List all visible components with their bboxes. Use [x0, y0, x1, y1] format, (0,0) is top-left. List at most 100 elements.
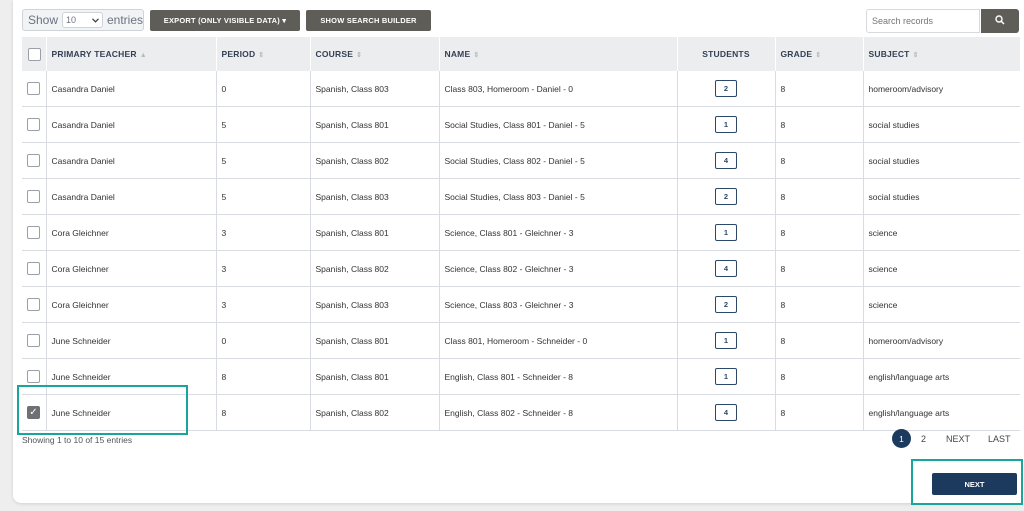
chevron-down-icon — [92, 15, 99, 25]
selection-highlight — [17, 385, 188, 435]
show-search-builder-button[interactable]: SHOW SEARCH BUILDER — [306, 10, 431, 31]
teacher-cell: June Schneider — [46, 322, 217, 359]
page-2-button[interactable]: 2 — [921, 429, 926, 449]
subject-cell: social studies — [863, 106, 1020, 143]
period-cell: 5 — [216, 178, 311, 215]
header-students: STUDENTS — [677, 37, 776, 71]
row-select-cell — [22, 286, 47, 323]
row-checkbox[interactable] — [27, 226, 40, 239]
course-cell: Spanish, Class 803 — [310, 178, 440, 215]
row-checkbox[interactable] — [27, 190, 40, 203]
table-header-row: PRIMARY TEACHER ▲ PERIOD ⇕ COURSE ⇕ NAME ⇕ S… — [22, 37, 1020, 71]
entries-select[interactable]: 10 — [62, 12, 103, 28]
table-row[interactable]: Casandra Daniel 5 Spanish, Class 801 Social… — [22, 106, 1020, 143]
row-checkbox[interactable] — [27, 154, 40, 167]
row-checkbox[interactable] — [27, 334, 40, 347]
students-cell: 2 — [677, 178, 776, 215]
entries-length-control: Show 10 entries — [22, 9, 144, 31]
header-subject[interactable]: SUBJECT ⇕ — [863, 37, 1020, 71]
students-count-button[interactable]: 2 — [715, 188, 737, 205]
teacher-cell: Cora Gleichner — [46, 214, 217, 251]
students-count-button[interactable]: 4 — [715, 404, 737, 421]
row-checkbox[interactable] — [27, 118, 40, 131]
subject-cell: science — [863, 214, 1020, 251]
table-row[interactable]: Casandra Daniel 5 Spanish, Class 802 Social… — [22, 142, 1020, 179]
students-cell: 2 — [677, 286, 776, 323]
students-cell: 1 — [677, 106, 776, 143]
teacher-cell: Cora Gleichner — [46, 286, 217, 323]
name-cell: Social Studies, Class 803 - Daniel - 5 — [439, 178, 678, 215]
page-1-button[interactable]: 1 — [892, 429, 911, 448]
students-count-button[interactable]: 1 — [715, 368, 737, 385]
header-name[interactable]: NAME ⇕ — [439, 37, 678, 71]
table-row[interactable]: Cora Gleichner 3 Spanish, Class 803 Science… — [22, 286, 1020, 323]
course-cell: Spanish, Class 801 — [310, 358, 440, 395]
teacher-cell: Casandra Daniel — [46, 178, 217, 215]
period-cell: 8 — [216, 394, 311, 431]
name-cell: Social Studies, Class 802 - Daniel - 5 — [439, 142, 678, 179]
select-all-checkbox[interactable] — [28, 47, 41, 61]
grade-cell: 8 — [775, 106, 864, 143]
table-info: Showing 1 to 10 of 15 entries — [22, 435, 133, 445]
table-row[interactable]: Cora Gleichner 3 Spanish, Class 802 Science… — [22, 250, 1020, 287]
students-count-button[interactable]: 4 — [715, 260, 737, 277]
name-cell: Science, Class 802 - Gleichner - 3 — [439, 250, 678, 287]
subject-cell: english/language arts — [863, 394, 1020, 431]
select-all-cell — [22, 37, 47, 71]
course-cell: Spanish, Class 802 — [310, 394, 440, 431]
name-cell: Science, Class 801 - Gleichner - 3 — [439, 214, 678, 251]
header-primary-teacher[interactable]: PRIMARY TEACHER ▲ — [46, 37, 217, 71]
students-count-button[interactable]: 1 — [715, 224, 737, 241]
header-course[interactable]: COURSE ⇕ — [310, 37, 440, 71]
table-row[interactable]: Cora Gleichner 3 Spanish, Class 801 Science… — [22, 214, 1020, 251]
search-icon — [995, 12, 1005, 30]
subject-cell: science — [863, 250, 1020, 287]
grade-cell: 8 — [775, 214, 864, 251]
sort-icon: ⇕ — [912, 52, 919, 59]
grade-cell: 8 — [775, 71, 864, 107]
period-cell: 0 — [216, 322, 311, 359]
sort-icon: ⇕ — [356, 52, 363, 59]
table-row[interactable]: June Schneider 0 Spanish, Class 801 Class 8… — [22, 322, 1020, 359]
students-cell: 1 — [677, 322, 776, 359]
period-cell: 3 — [216, 214, 311, 251]
students-count-button[interactable]: 1 — [715, 116, 737, 133]
header-label: SUBJECT — [868, 49, 910, 59]
course-cell: Spanish, Class 801 — [310, 106, 440, 143]
pager-next-link[interactable]: NEXT — [946, 429, 970, 449]
course-cell: Spanish, Class 802 — [310, 142, 440, 179]
header-label: PERIOD — [221, 49, 256, 59]
table-row[interactable]: Casandra Daniel 0 Spanish, Class 803 Class … — [22, 71, 1020, 107]
students-count-button[interactable]: 2 — [715, 80, 737, 97]
row-select-cell — [22, 214, 47, 251]
header-label: PRIMARY TEACHER — [51, 49, 137, 59]
sort-icon: ⇕ — [258, 52, 265, 59]
search-input[interactable] — [866, 9, 980, 33]
grade-cell: 8 — [775, 178, 864, 215]
search-button[interactable] — [981, 9, 1019, 33]
header-grade[interactable]: GRADE ⇕ — [775, 37, 864, 71]
students-cell: 4 — [677, 142, 776, 179]
subject-cell: english/language arts — [863, 358, 1020, 395]
row-checkbox[interactable] — [27, 262, 40, 275]
name-cell: English, Class 802 - Schneider - 8 — [439, 394, 678, 431]
header-period[interactable]: PERIOD ⇕ — [216, 37, 311, 71]
export-button[interactable]: EXPORT (ONLY VISIBLE DATA) ▾ — [150, 10, 300, 31]
row-checkbox[interactable] — [27, 370, 40, 383]
students-count-button[interactable]: 2 — [715, 296, 737, 313]
header-label: GRADE — [780, 49, 813, 59]
grade-cell: 8 — [775, 394, 864, 431]
table-row[interactable]: Casandra Daniel 5 Spanish, Class 803 Social… — [22, 178, 1020, 215]
next-button[interactable]: NEXT — [932, 473, 1017, 495]
students-count-button[interactable]: 4 — [715, 152, 737, 169]
course-cell: Spanish, Class 802 — [310, 250, 440, 287]
row-checkbox[interactable] — [27, 298, 40, 311]
entries-label: entries — [106, 13, 143, 27]
subject-cell: social studies — [863, 178, 1020, 215]
pager-last-link[interactable]: LAST — [988, 429, 1011, 449]
name-cell: Science, Class 803 - Gleichner - 3 — [439, 286, 678, 323]
students-count-button[interactable]: 1 — [715, 332, 737, 349]
students-cell: 4 — [677, 250, 776, 287]
grade-cell: 8 — [775, 250, 864, 287]
row-checkbox[interactable] — [27, 82, 40, 95]
